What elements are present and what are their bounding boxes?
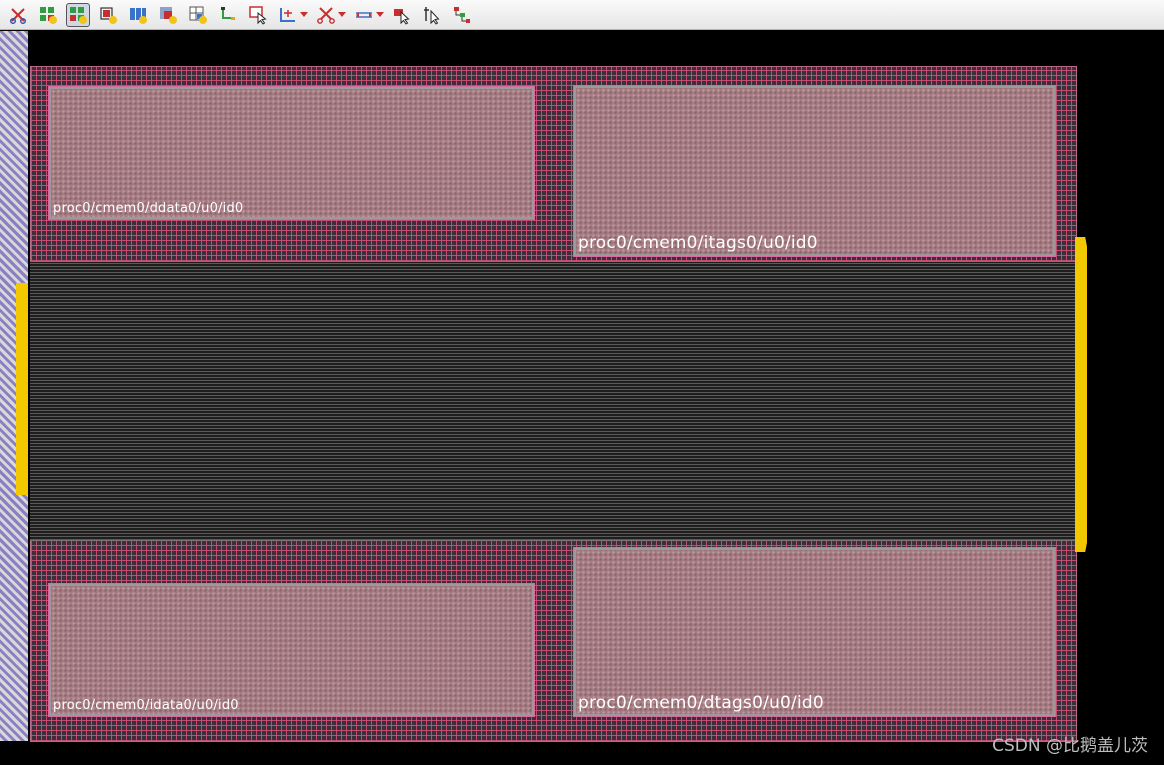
add-grid-icon[interactable]: [186, 3, 210, 27]
std-cell-rows: [30, 261, 1075, 541]
ruler-icon[interactable]: [276, 3, 300, 27]
macro-label: proc0/cmem0/dtags0/u0/id0: [578, 693, 824, 713]
stretch-dropdown-icon[interactable]: [376, 3, 384, 27]
io-pin-right: [1075, 237, 1087, 552]
watermark: CSDN @比鹅盖儿茨: [992, 736, 1148, 756]
route-icon[interactable]: [216, 3, 240, 27]
add-cell-red-icon[interactable]: [156, 3, 180, 27]
cut-icon[interactable]: [6, 3, 30, 27]
scissors-icon[interactable]: [314, 3, 338, 27]
macro-idata[interactable]: proc0/cmem0/idata0/u0/id0: [48, 583, 535, 717]
layout-canvas[interactable]: proc0/cmem0/ddata0/u0/id0 proc0/cmem0/it…: [0, 31, 1164, 765]
add-cell-green-icon[interactable]: [36, 3, 60, 27]
add-bus-icon[interactable]: [126, 3, 150, 27]
macro-label: proc0/cmem0/itags0/u0/id0: [578, 233, 818, 253]
io-pin-left: [16, 283, 28, 495]
macro-ddata[interactable]: proc0/cmem0/ddata0/u0/id0: [48, 86, 535, 220]
stretch-icon[interactable]: [352, 3, 376, 27]
macro-label: proc0/cmem0/idata0/u0/id0: [53, 698, 239, 713]
scissors-dropdown-icon[interactable]: [338, 3, 346, 27]
macro-itags[interactable]: proc0/cmem0/itags0/u0/id0: [573, 85, 1056, 257]
macro-dtags[interactable]: proc0/cmem0/dtags0/u0/id0: [573, 547, 1056, 717]
net-tree-icon[interactable]: [450, 3, 474, 27]
move-pointer-icon[interactable]: [390, 3, 414, 27]
ruler-dropdown-icon[interactable]: [300, 3, 308, 27]
add-instance-icon[interactable]: [96, 3, 120, 27]
add-cell-orange-icon[interactable]: [66, 2, 90, 27]
toolbar: [0, 0, 1164, 30]
align-pointer-icon[interactable]: [420, 3, 444, 27]
select-box-icon[interactable]: [246, 3, 270, 27]
macro-label: proc0/cmem0/ddata0/u0/id0: [53, 201, 244, 216]
